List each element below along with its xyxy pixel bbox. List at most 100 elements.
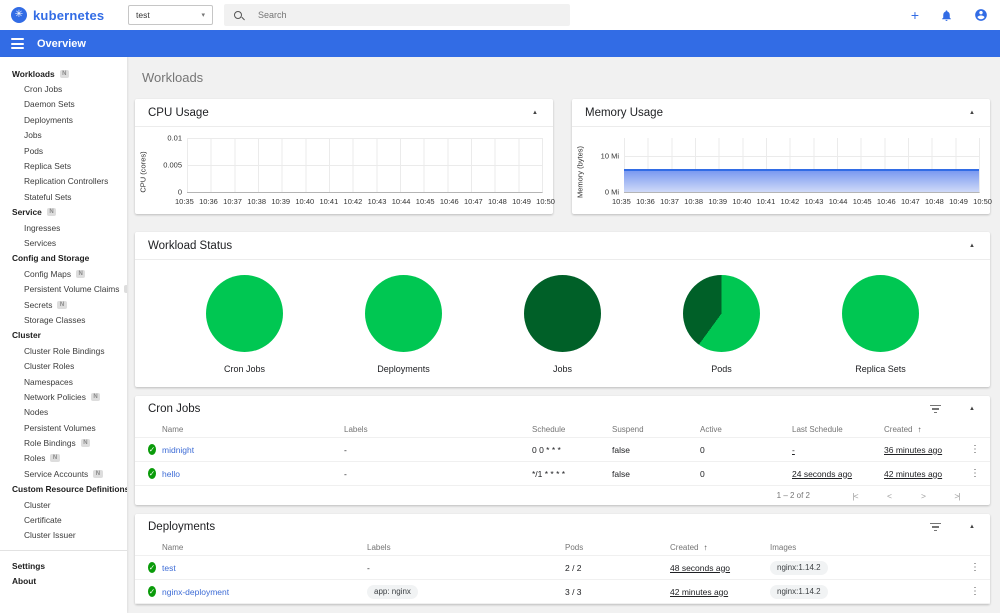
collapse-icon[interactable]: ▲ <box>967 522 977 532</box>
sidebar-item[interactable]: Cron Jobs <box>0 81 127 96</box>
table-row: ✓ midnight - 0 0 * * * false 0 - 36 minu… <box>135 438 990 462</box>
cpu-usage-title: CPU Usage <box>148 107 209 119</box>
sidebar-item[interactable]: Persistent Volumes <box>0 420 127 435</box>
column-header-active[interactable]: Active <box>700 425 792 434</box>
sidebar-item[interactable]: Service N <box>0 205 127 220</box>
cpu-ytick: 0.005 <box>163 160 182 170</box>
cronjob-name-link[interactable]: midnight <box>162 445 194 455</box>
sidebar-item[interactable]: Replica Sets <box>0 158 127 173</box>
column-header-name[interactable]: Name <box>162 425 344 434</box>
sidebar-item[interactable]: Network Policies N <box>0 389 127 404</box>
sidebar-item[interactable]: Daemon Sets <box>0 97 127 112</box>
column-header-labels[interactable]: Labels <box>344 425 532 434</box>
sidebar-item[interactable]: Service Accounts N <box>0 466 127 481</box>
sidebar-item[interactable]: About <box>0 574 127 589</box>
search-icon <box>234 11 242 19</box>
sidebar-item[interactable]: Pods <box>0 143 127 158</box>
sidebar-item-label: Stateful Sets <box>24 191 72 202</box>
filter-icon[interactable] <box>930 522 942 532</box>
column-header-name[interactable]: Name <box>162 543 367 552</box>
pie-replica-sets: Replica Sets <box>816 275 946 374</box>
pie-chart[interactable] <box>683 275 760 352</box>
namespaced-badge: N <box>80 439 91 448</box>
row-menu-kebab-icon[interactable]: ⋮ <box>960 586 990 597</box>
sidebar-item[interactable]: Certificate <box>0 512 127 527</box>
deployment-name-link[interactable]: test <box>162 563 176 573</box>
sidebar-item[interactable]: Workloads N <box>0 66 127 81</box>
workload-status-title: Workload Status <box>148 240 233 252</box>
cpu-ytick: 0.01 <box>167 133 182 143</box>
column-header-schedule[interactable]: Schedule <box>532 425 612 434</box>
cronjob-name-link[interactable]: hello <box>162 469 180 479</box>
sidebar-item[interactable]: Cluster <box>0 497 127 512</box>
sidebar-item[interactable]: Stateful Sets <box>0 189 127 204</box>
column-header-last-schedule[interactable]: Last Schedule <box>792 425 884 434</box>
notifications-bell-icon[interactable] <box>940 9 953 22</box>
sidebar-item[interactable]: Services <box>0 235 127 250</box>
sidebar-item[interactable]: Config and Storage <box>0 251 127 266</box>
column-header-created[interactable]: Created ↑ <box>884 425 960 434</box>
sidebar-item[interactable]: Roles N <box>0 451 127 466</box>
pie-cron-jobs: Cron Jobs <box>180 275 310 374</box>
sidebar-item[interactable]: Secrets N <box>0 297 127 312</box>
pie-chart[interactable] <box>842 275 919 352</box>
sidebar-item[interactable]: Cluster Role Bindings <box>0 343 127 358</box>
row-menu-kebab-icon[interactable]: ⋮ <box>960 468 990 479</box>
sidebar-item[interactable]: Cluster <box>0 328 127 343</box>
create-resource-button[interactable]: + <box>911 8 919 22</box>
kubernetes-logo[interactable]: ✳ kubernetes <box>11 7 104 23</box>
sidebar-item[interactable]: Namespaces <box>0 374 127 389</box>
first-page-icon[interactable]: |< <box>838 491 872 501</box>
sidebar-item[interactable]: Deployments <box>0 112 127 127</box>
row-menu-kebab-icon[interactable]: ⋮ <box>960 444 990 455</box>
collapse-icon[interactable]: ▲ <box>530 108 540 118</box>
sidebar-item[interactable]: Nodes <box>0 405 127 420</box>
deployment-name-link[interactable]: nginx-deployment <box>162 587 229 597</box>
sidebar-item[interactable]: Role Bindings N <box>0 435 127 450</box>
sidebar-item-label: Services <box>24 237 57 248</box>
sidebar-item[interactable]: Storage Classes <box>0 312 127 327</box>
sidebar-item[interactable]: Ingresses <box>0 220 127 235</box>
sidebar-item[interactable]: Settings <box>0 558 127 573</box>
pie-chart[interactable] <box>206 275 283 352</box>
collapse-icon[interactable]: ▲ <box>967 108 977 118</box>
column-header-created[interactable]: Created ↑ <box>670 543 770 552</box>
user-account-icon[interactable] <box>974 8 988 22</box>
collapse-icon[interactable]: ▲ <box>967 404 977 414</box>
search-bar[interactable] <box>224 4 570 26</box>
next-page-icon[interactable]: > <box>906 491 940 501</box>
pie-chart[interactable] <box>365 275 442 352</box>
table-row: ✓ test - 2 / 2 48 seconds ago nginx:1.14… <box>135 556 990 580</box>
sidebar-item[interactable]: Custom Resource Definitions <box>0 482 127 497</box>
sidebar-item[interactable]: Cluster Roles <box>0 358 127 373</box>
column-header-suspend[interactable]: Suspend <box>612 425 700 434</box>
sidebar-item-label: Replication Controllers <box>24 176 109 187</box>
sidebar-item-label: Settings <box>12 560 46 571</box>
memory-x-axis: 10:35 10:36 10:37 10:38 10:39 10:40 10:41 10:42… <box>612 197 992 206</box>
sidebar-item[interactable]: Persistent Volume Claims N <box>0 281 127 296</box>
column-header-labels[interactable]: Labels <box>367 543 565 552</box>
column-header-pods[interactable]: Pods <box>565 543 670 552</box>
last-page-icon[interactable]: >| <box>940 491 974 501</box>
menu-hamburger-icon[interactable] <box>11 38 24 49</box>
search-input[interactable] <box>258 10 518 20</box>
sidebar-item[interactable]: Cluster Issuer <box>0 528 127 543</box>
sidebar-item-label: Custom Resource Definitions <box>12 484 127 495</box>
collapse-icon[interactable]: ▲ <box>967 241 977 251</box>
sidebar-item[interactable]: Jobs <box>0 128 127 143</box>
sidebar-item[interactable]: Replication Controllers <box>0 174 127 189</box>
cronjob-active: 0 <box>700 468 705 479</box>
namespace-selector[interactable]: test ▾ <box>128 5 213 25</box>
sidebar-item[interactable]: Config Maps N <box>0 266 127 281</box>
filter-icon[interactable] <box>930 404 942 414</box>
pie-chart[interactable] <box>524 275 601 352</box>
namespaced-badge: N <box>90 392 101 401</box>
previous-page-icon[interactable]: < <box>872 491 906 501</box>
sidebar-item-label: Persistent Volumes <box>24 422 96 433</box>
cpu-xtick: 10:46 <box>439 197 459 206</box>
column-header-images[interactable]: Images <box>770 543 960 552</box>
sidebar-item-label: Cluster <box>12 330 41 341</box>
sidebar-item[interactable] <box>0 550 127 552</box>
label-chip: app: nginx <box>367 584 418 599</box>
row-menu-kebab-icon[interactable]: ⋮ <box>960 562 990 573</box>
